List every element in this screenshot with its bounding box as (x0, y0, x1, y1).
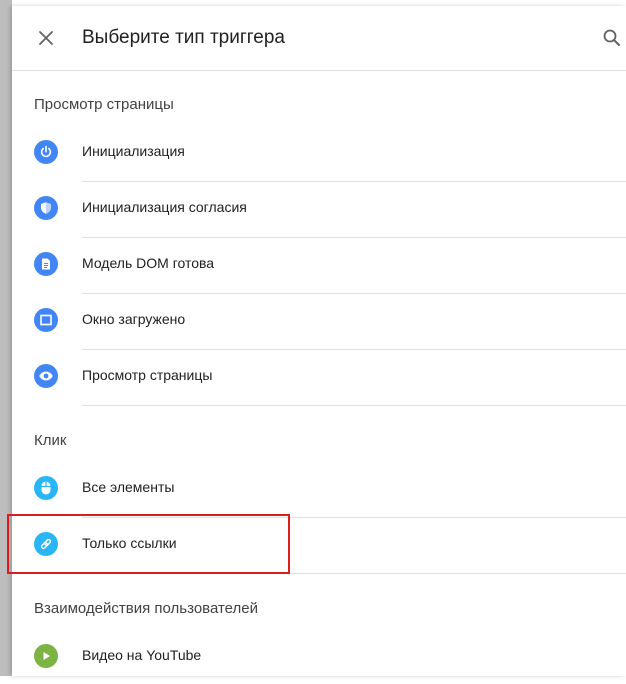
window-icon (34, 308, 58, 332)
trigger-item-label: Инициализация согласия (82, 199, 247, 215)
shield-icon (34, 196, 58, 220)
power-icon (34, 140, 58, 164)
section-label-user-engagement: Взаимодействия пользователей (34, 600, 258, 617)
trigger-item-just-links[interactable]: Только ссылки (12, 516, 626, 572)
background-page (0, 0, 12, 676)
trigger-item-all-elements[interactable]: Все элементы (12, 460, 626, 516)
trigger-item-consent-initialization[interactable]: Инициализация согласия (12, 180, 626, 236)
section-label-click: Клик (34, 432, 67, 449)
close-icon (39, 31, 53, 45)
trigger-item-label: Модель DOM готова (82, 255, 215, 271)
panel-header: Выберите тип триггера (12, 6, 626, 71)
trigger-item-page-view[interactable]: Просмотр страницы (12, 348, 626, 404)
section-divider (12, 573, 626, 574)
page-title: Выберите тип триггера (82, 27, 285, 48)
divider (82, 405, 626, 406)
trigger-type-panel: Выберите тип триггера Просмотр страницы … (12, 6, 626, 676)
trigger-item-label: Просмотр страницы (82, 367, 213, 383)
background-edge (0, 30, 8, 48)
link-icon (34, 532, 58, 556)
search-icon (603, 29, 620, 46)
eye-icon (34, 364, 58, 388)
close-button[interactable] (32, 24, 60, 52)
trigger-item-initialization[interactable]: Инициализация (12, 124, 626, 180)
trigger-item-label: Инициализация (82, 143, 185, 159)
section-label-page-view: Просмотр страницы (34, 96, 174, 113)
trigger-item-window-loaded[interactable]: Окно загружено (12, 292, 626, 348)
search-button[interactable] (598, 24, 626, 52)
trigger-item-label: Только ссылки (82, 535, 177, 551)
trigger-item-dom-ready[interactable]: Модель DOM готова (12, 236, 626, 292)
mouse-icon (34, 476, 58, 500)
trigger-item-label: Окно загружено (82, 311, 186, 327)
trigger-item-label: Видео на YouTube (82, 647, 202, 663)
trigger-item-label: Все элементы (82, 479, 175, 495)
play-icon (34, 644, 58, 668)
document-icon (34, 252, 58, 276)
